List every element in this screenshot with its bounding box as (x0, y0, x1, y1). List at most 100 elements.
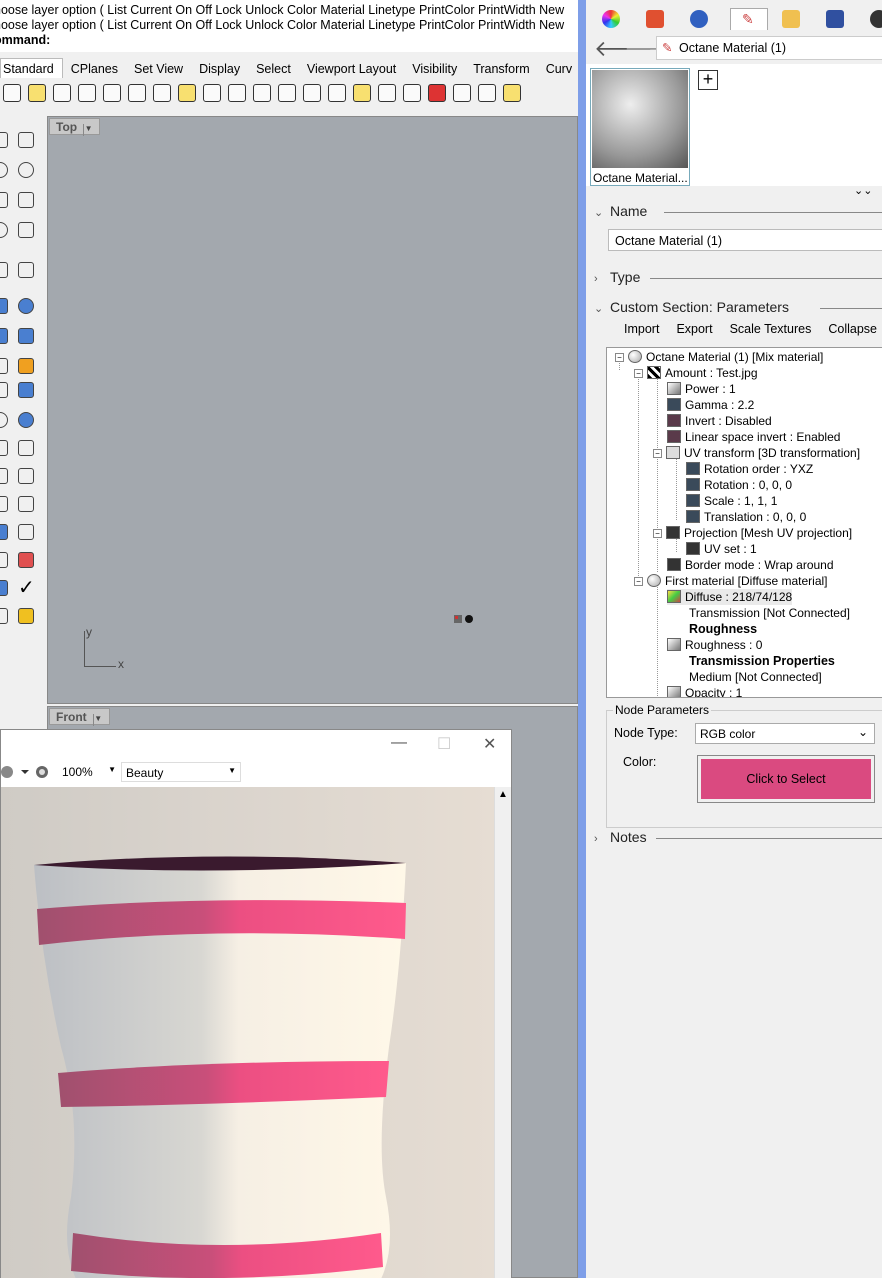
chevron-down-icon[interactable]: ▼ (83, 124, 93, 136)
tree-node-scale[interactable]: Scale : 1, 1, 1 (686, 493, 777, 509)
maximize-button[interactable]: ☐ (437, 734, 451, 754)
tab-curve[interactable]: Curv (538, 59, 578, 78)
node-type-select[interactable]: RGB color ⌄ (695, 723, 875, 744)
chevron-up-icon[interactable]: ▲ (498, 789, 508, 800)
section-type-header[interactable]: › Type (594, 269, 882, 285)
viewport-top[interactable]: Top ▼ y x (47, 116, 578, 704)
explode-icon[interactable] (0, 358, 8, 374)
tab-cplanes[interactable]: CPlanes (63, 59, 126, 78)
fillet-icon[interactable] (18, 222, 34, 238)
move-icon[interactable] (0, 440, 8, 456)
render-scrollbar[interactable]: ▲ (494, 787, 511, 1278)
tree-node-uv-transform[interactable]: − UV transform [3D transformation] (653, 445, 860, 461)
export-button[interactable]: Export (676, 322, 712, 336)
rotate-view-icon[interactable] (253, 84, 271, 102)
save-icon[interactable] (53, 84, 71, 102)
grid-icon[interactable] (18, 524, 34, 540)
chevron-down-icon[interactable]: ▼ (92, 714, 103, 726)
scale-textures-button[interactable]: Scale Textures (730, 322, 812, 336)
record-icon[interactable] (18, 552, 34, 568)
materials-tab[interactable]: ✎ (730, 8, 768, 30)
render-settings-icon[interactable] (453, 84, 471, 102)
point-icon[interactable] (0, 132, 8, 148)
tree-node-diffuse[interactable]: Diffuse : 218/74/128 (667, 589, 793, 605)
settings-icon[interactable] (870, 10, 882, 28)
material-thumbnail[interactable]: Octane Material... (590, 68, 690, 186)
tree-node-first-material[interactable]: − First material [Diffuse material] (634, 573, 828, 589)
trim-icon[interactable] (0, 382, 8, 398)
tab-viewport-layout[interactable]: Viewport Layout (299, 59, 404, 78)
array-icon[interactable] (18, 412, 34, 428)
tree-node-root[interactable]: − Octane Material (1) [Mix material] (615, 349, 823, 365)
color-wheel-icon[interactable] (602, 10, 620, 28)
pan-hand-icon[interactable] (228, 84, 246, 102)
arc-icon[interactable] (0, 162, 8, 178)
group-icon[interactable] (0, 412, 8, 428)
extrude-icon[interactable] (0, 580, 8, 596)
collapse-toggle-icon[interactable]: − (634, 577, 643, 586)
environment-icon[interactable] (646, 10, 664, 28)
history-icon[interactable] (0, 552, 8, 568)
rectangle-icon[interactable] (18, 192, 34, 208)
align-icon[interactable] (18, 382, 34, 398)
paste-icon[interactable] (178, 84, 196, 102)
collapse-button[interactable]: Collapse (828, 322, 877, 336)
cube-icon[interactable] (0, 524, 8, 540)
mesh-icon[interactable] (0, 328, 8, 344)
collapse-toggle-icon[interactable]: − (615, 353, 624, 362)
open-file-icon[interactable] (28, 84, 46, 102)
tree-node-border-mode[interactable]: Border mode : Wrap around (667, 557, 834, 573)
tree-node-projection[interactable]: − Projection [Mesh UV projection] (653, 525, 852, 541)
fill-icon[interactable] (18, 608, 34, 624)
surface-icon[interactable] (0, 262, 8, 278)
render-pass-select[interactable]: Beauty ▼ (121, 762, 241, 782)
tab-set-view[interactable]: Set View (126, 59, 191, 78)
zoom-icon[interactable] (278, 84, 296, 102)
zoom-selected-icon[interactable] (353, 84, 371, 102)
render-controls-icon[interactable] (1, 764, 51, 780)
sphere-material-icon[interactable] (690, 10, 708, 28)
tree-node-roughness[interactable]: Roughness : 0 (667, 637, 762, 653)
section-name-header[interactable]: ⌄ Name (594, 203, 882, 219)
zoom-window-icon[interactable] (303, 84, 321, 102)
curve-icon[interactable] (0, 192, 8, 208)
loft-icon[interactable] (18, 262, 34, 278)
tree-node-medium[interactable]: Medium [Not Connected] (689, 669, 822, 685)
tree-node-gamma[interactable]: Gamma : 2.2 (667, 397, 754, 413)
tree-node-power[interactable]: Power : 1 (667, 381, 736, 397)
tree-node-invert[interactable]: Invert : Disabled (667, 413, 772, 429)
snap-icon[interactable] (478, 84, 496, 102)
tab-transform[interactable]: Transform (465, 59, 538, 78)
material-node-tree[interactable]: − Octane Material (1) [Mix material] − Amo… (606, 347, 882, 698)
box-icon[interactable] (0, 298, 8, 314)
add-material-button[interactable]: + (698, 70, 718, 90)
tree-node-linear-space-invert[interactable]: Linear space invert : Enabled (667, 429, 840, 445)
material-name-input[interactable]: Octane Material (1) (608, 229, 882, 251)
import-icon[interactable] (103, 84, 121, 102)
layers-icon[interactable] (503, 84, 521, 102)
check-icon[interactable]: ✓ (18, 578, 35, 598)
tree-node-amount[interactable]: − Amount : Test.jpg (634, 365, 758, 381)
four-viewports-icon[interactable] (403, 84, 421, 102)
tree-node-transmission[interactable]: Transmission [Not Connected] (689, 605, 850, 621)
collapse-toggle-icon[interactable]: − (653, 449, 662, 458)
tree-node-translation[interactable]: Translation : 0, 0, 0 (686, 509, 806, 525)
paint-icon[interactable] (0, 608, 8, 624)
tree-node-rotation-order[interactable]: Rotation order : YXZ (686, 461, 813, 477)
zoom-extents-icon[interactable] (328, 84, 346, 102)
viewport-label[interactable]: Front ▼ (49, 708, 110, 726)
undo-view-icon[interactable] (378, 84, 396, 102)
viewport-label[interactable]: Top ▼ (49, 118, 101, 136)
rotate-icon[interactable] (18, 440, 34, 456)
collapse-toggle-icon[interactable]: − (653, 529, 662, 538)
tree-node-rotation[interactable]: Rotation : 0, 0, 0 (686, 477, 792, 493)
circle-icon[interactable] (18, 162, 34, 178)
boolean-icon[interactable] (18, 358, 34, 374)
tab-display[interactable]: Display (191, 59, 248, 78)
tab-visibility[interactable]: Visibility (404, 59, 465, 78)
double-chevron-down-icon[interactable]: ⌄⌄ (854, 184, 872, 197)
close-button[interactable]: ✕ (483, 734, 496, 754)
section-custom-header[interactable]: ⌄ Custom Section: Parameters (594, 299, 882, 315)
cut-icon[interactable] (128, 84, 146, 102)
car-render-icon[interactable] (428, 84, 446, 102)
